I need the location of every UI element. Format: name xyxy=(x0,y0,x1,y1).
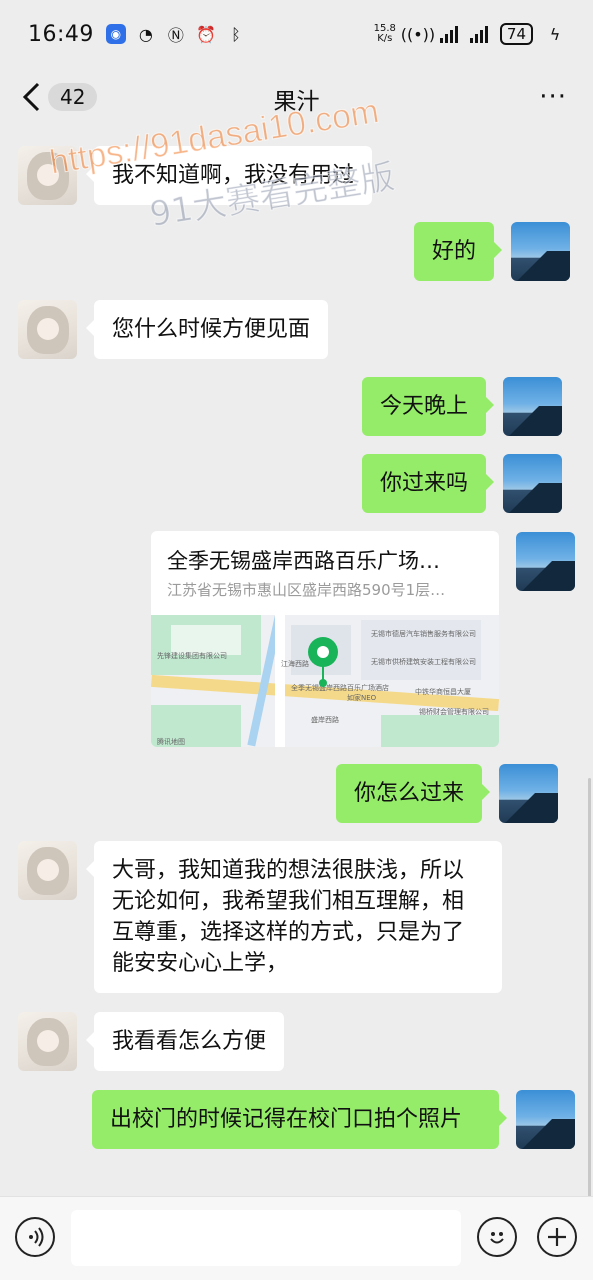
message-bubble-out[interactable]: 今天晚上 xyxy=(362,377,495,436)
location-pin-icon xyxy=(308,637,338,667)
message-bubble-out[interactable]: 你过来吗 xyxy=(362,454,495,513)
scroll-indicator[interactable] xyxy=(588,778,591,1196)
net-speed: 15.8 K/s xyxy=(374,24,396,44)
more-options-button[interactable]: ··· xyxy=(539,82,567,112)
message-row xyxy=(516,532,575,591)
status-right-icons: 15.8 K/s ((•)) 74 ϟ xyxy=(374,23,565,45)
map-label: 盛岸西路 xyxy=(311,716,339,724)
emoji-button[interactable] xyxy=(477,1217,517,1257)
audio-app-icon: ◉ xyxy=(105,24,126,44)
location-card[interactable]: 全季无锡盛岸西路百乐广场… 江苏省无锡市惠山区盛岸西路590号1层… 先锋建设集… xyxy=(151,531,499,747)
map-label: 无锡市供桥建筑安装工程有限公司 xyxy=(371,658,476,666)
bluetooth-icon: ᛒ xyxy=(231,24,241,44)
speed-gauge-icon: ◔ xyxy=(138,24,153,44)
location-map[interactable]: 先锋建设集团有限公司 无锡市德居汽车销售服务有限公司 无锡市供桥建筑安装工程有限… xyxy=(151,615,499,747)
map-label: 江海西路 xyxy=(281,660,309,668)
message-bubble-out[interactable]: 好的 xyxy=(414,222,503,281)
signal-2-icon xyxy=(469,25,488,43)
message-bubble-out[interactable]: 你怎么过来 xyxy=(336,764,491,823)
message-bubble-in[interactable]: 大哥，我知道我的想法很肤浅，所以无论如何，我希望我们相互理解，相互尊重，选择这样… xyxy=(86,841,502,993)
self-avatar[interactable] xyxy=(503,454,563,513)
message-row: 你过来吗 xyxy=(362,454,563,513)
location-address: 江苏省无锡市惠山区盛岸西路590号1层… xyxy=(167,581,446,599)
contact-avatar[interactable] xyxy=(18,300,77,359)
voice-icon xyxy=(29,1227,44,1247)
plus-icon xyxy=(548,1228,566,1246)
contact-avatar[interactable] xyxy=(18,841,77,900)
emoji-icon xyxy=(490,1232,504,1244)
signal-1-icon xyxy=(439,25,458,43)
self-avatar[interactable] xyxy=(511,222,571,281)
net-speed-unit: K/s xyxy=(377,33,393,44)
location-name: 全季无锡盛岸西路百乐广场… xyxy=(167,549,440,573)
message-bubble-in[interactable]: 我看看怎么方便 xyxy=(85,1012,285,1071)
map-label: 先锋建设集团有限公司 xyxy=(157,652,227,660)
map-label: 全季无锡盛岸西路百乐广场酒店 xyxy=(291,684,389,692)
nfc-icon: Ⓝ xyxy=(167,26,184,45)
hotspot-icon: ((•)) xyxy=(400,24,436,44)
message-row: 今天晚上 xyxy=(362,377,563,436)
status-bar: 16:49 ◉ ◔ Ⓝ ⏰ ᛒ 15.8 K/s ((•)) 74 ϟ xyxy=(0,0,593,68)
charging-icon: ϟ xyxy=(549,24,561,44)
self-avatar[interactable] xyxy=(516,532,575,591)
message-row: 您什么时候方便见面 xyxy=(18,300,329,359)
map-label: 中铁华商恒昌大厦 xyxy=(415,688,471,696)
message-row: 出校门的时候记得在校门口拍个照片 xyxy=(92,1090,575,1149)
input-bar xyxy=(0,1196,593,1280)
contact-avatar[interactable] xyxy=(18,1012,77,1071)
message-bubble-in[interactable]: 您什么时候方便见面 xyxy=(85,300,329,359)
message-row: 你怎么过来 xyxy=(336,764,559,823)
battery-indicator: 74 xyxy=(499,23,533,45)
status-left-icons: ◉ ◔ Ⓝ ⏰ ᛒ xyxy=(105,24,246,45)
plus-button[interactable] xyxy=(537,1217,577,1257)
message-bubble-out[interactable]: 出校门的时候记得在校门口拍个照片 xyxy=(92,1090,507,1149)
message-input[interactable] xyxy=(71,1210,461,1266)
message-row: 我看看怎么方便 xyxy=(18,1012,285,1071)
map-provider-label: 腾讯地图 xyxy=(157,738,185,746)
message-row: 大哥，我知道我的想法很肤浅，所以无论如何，我希望我们相互理解，相互尊重，选择这样… xyxy=(18,841,502,993)
location-pin-dot xyxy=(319,679,327,687)
status-time: 16:49 xyxy=(28,21,94,47)
map-label: 锡桥财会管理有限公司 xyxy=(419,708,489,716)
map-label: 无锡市德居汽车销售服务有限公司 xyxy=(371,630,476,638)
self-avatar[interactable] xyxy=(499,764,559,823)
voice-input-button[interactable] xyxy=(15,1217,55,1257)
self-avatar[interactable] xyxy=(503,377,563,436)
alarm-icon: ⏰ xyxy=(195,24,216,44)
message-row: 好的 xyxy=(414,222,571,281)
map-label: 如家NEO xyxy=(347,694,377,702)
self-avatar[interactable] xyxy=(516,1090,575,1149)
